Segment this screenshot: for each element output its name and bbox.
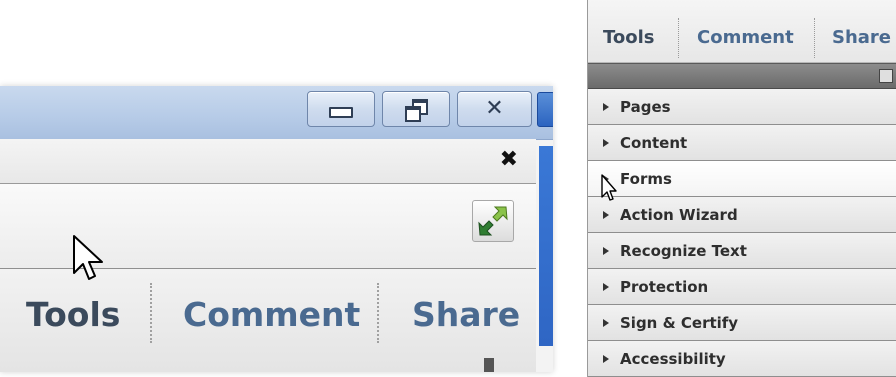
section-action-wizard[interactable]: Action Wizard — [588, 197, 896, 233]
expand-triangle-icon — [603, 318, 609, 327]
document-close-row: ✖ — [0, 139, 536, 184]
minimize-button[interactable] — [307, 91, 375, 127]
section-content[interactable]: Content — [588, 125, 896, 161]
expand-icon — [478, 206, 508, 236]
tab-share[interactable]: Share — [832, 27, 891, 48]
close-icon: ✕ — [485, 96, 504, 121]
tools-pane: Tools Comment Share Pages Content Forms — [587, 0, 896, 377]
tab-tools[interactable]: Tools — [603, 27, 655, 48]
fullscreen-button[interactable] — [472, 200, 514, 242]
tab-comment[interactable]: Comment — [697, 27, 794, 48]
section-protection[interactable]: Protection — [588, 269, 896, 305]
panel-options-icon[interactable] — [879, 69, 893, 83]
window-titlebar: ✕ — [0, 86, 553, 140]
tab-divider — [678, 18, 679, 58]
panel-header-bar — [588, 63, 896, 89]
adjacent-window-edge — [537, 92, 553, 127]
zoomed-window-crop: ✕ ✖ Tools Comment Share — [0, 86, 553, 372]
expand-triangle-icon — [603, 210, 609, 219]
section-label: Recognize Text — [620, 241, 747, 260]
section-label: Sign & Certify — [620, 313, 739, 332]
expand-triangle-icon — [603, 102, 609, 111]
section-label: Accessibility — [620, 349, 726, 368]
section-forms[interactable]: Forms — [588, 161, 896, 197]
expand-triangle-icon — [603, 138, 609, 147]
mouse-pointer-icon — [73, 235, 103, 280]
scrollbar-thumb[interactable] — [484, 358, 494, 372]
close-window-button[interactable]: ✕ — [457, 91, 532, 127]
mouse-pointer-icon — [601, 174, 617, 201]
expand-triangle-icon — [603, 246, 609, 255]
expand-triangle-icon — [603, 282, 609, 291]
restore-button[interactable] — [382, 91, 450, 127]
section-pages[interactable]: Pages — [588, 89, 896, 125]
screenshot-stage: ✕ ✖ Tools Comment Share Tools Comment Sh… — [0, 0, 896, 377]
tool-sections-list: Pages Content Forms Action Wizard Recogn… — [588, 89, 896, 377]
section-accessibility[interactable]: Accessibility — [588, 341, 896, 377]
section-recognize-text[interactable]: Recognize Text — [588, 233, 896, 269]
section-label: Forms — [620, 169, 672, 188]
tab-comment-zoomed[interactable]: Comment — [183, 295, 360, 334]
tabs-bar: Tools Comment Share — [588, 0, 896, 63]
tab-divider — [377, 283, 379, 343]
close-document-icon[interactable]: ✖ — [500, 147, 518, 172]
restore-icon — [405, 99, 428, 122]
tab-divider — [150, 283, 152, 343]
section-sign-certify[interactable]: Sign & Certify — [588, 305, 896, 341]
minimize-icon — [329, 106, 353, 118]
section-label: Pages — [620, 97, 671, 116]
section-label: Protection — [620, 277, 709, 296]
expand-triangle-icon — [603, 354, 609, 363]
section-label: Content — [620, 133, 688, 152]
tabs-bar-zoomed: Tools Comment Share — [0, 269, 536, 372]
tab-divider — [814, 18, 815, 58]
tab-tools-zoomed[interactable]: Tools — [26, 295, 120, 334]
adjacent-window-body — [539, 146, 553, 346]
tab-share-zoomed[interactable]: Share — [412, 295, 520, 334]
section-label: Action Wizard — [620, 205, 738, 224]
